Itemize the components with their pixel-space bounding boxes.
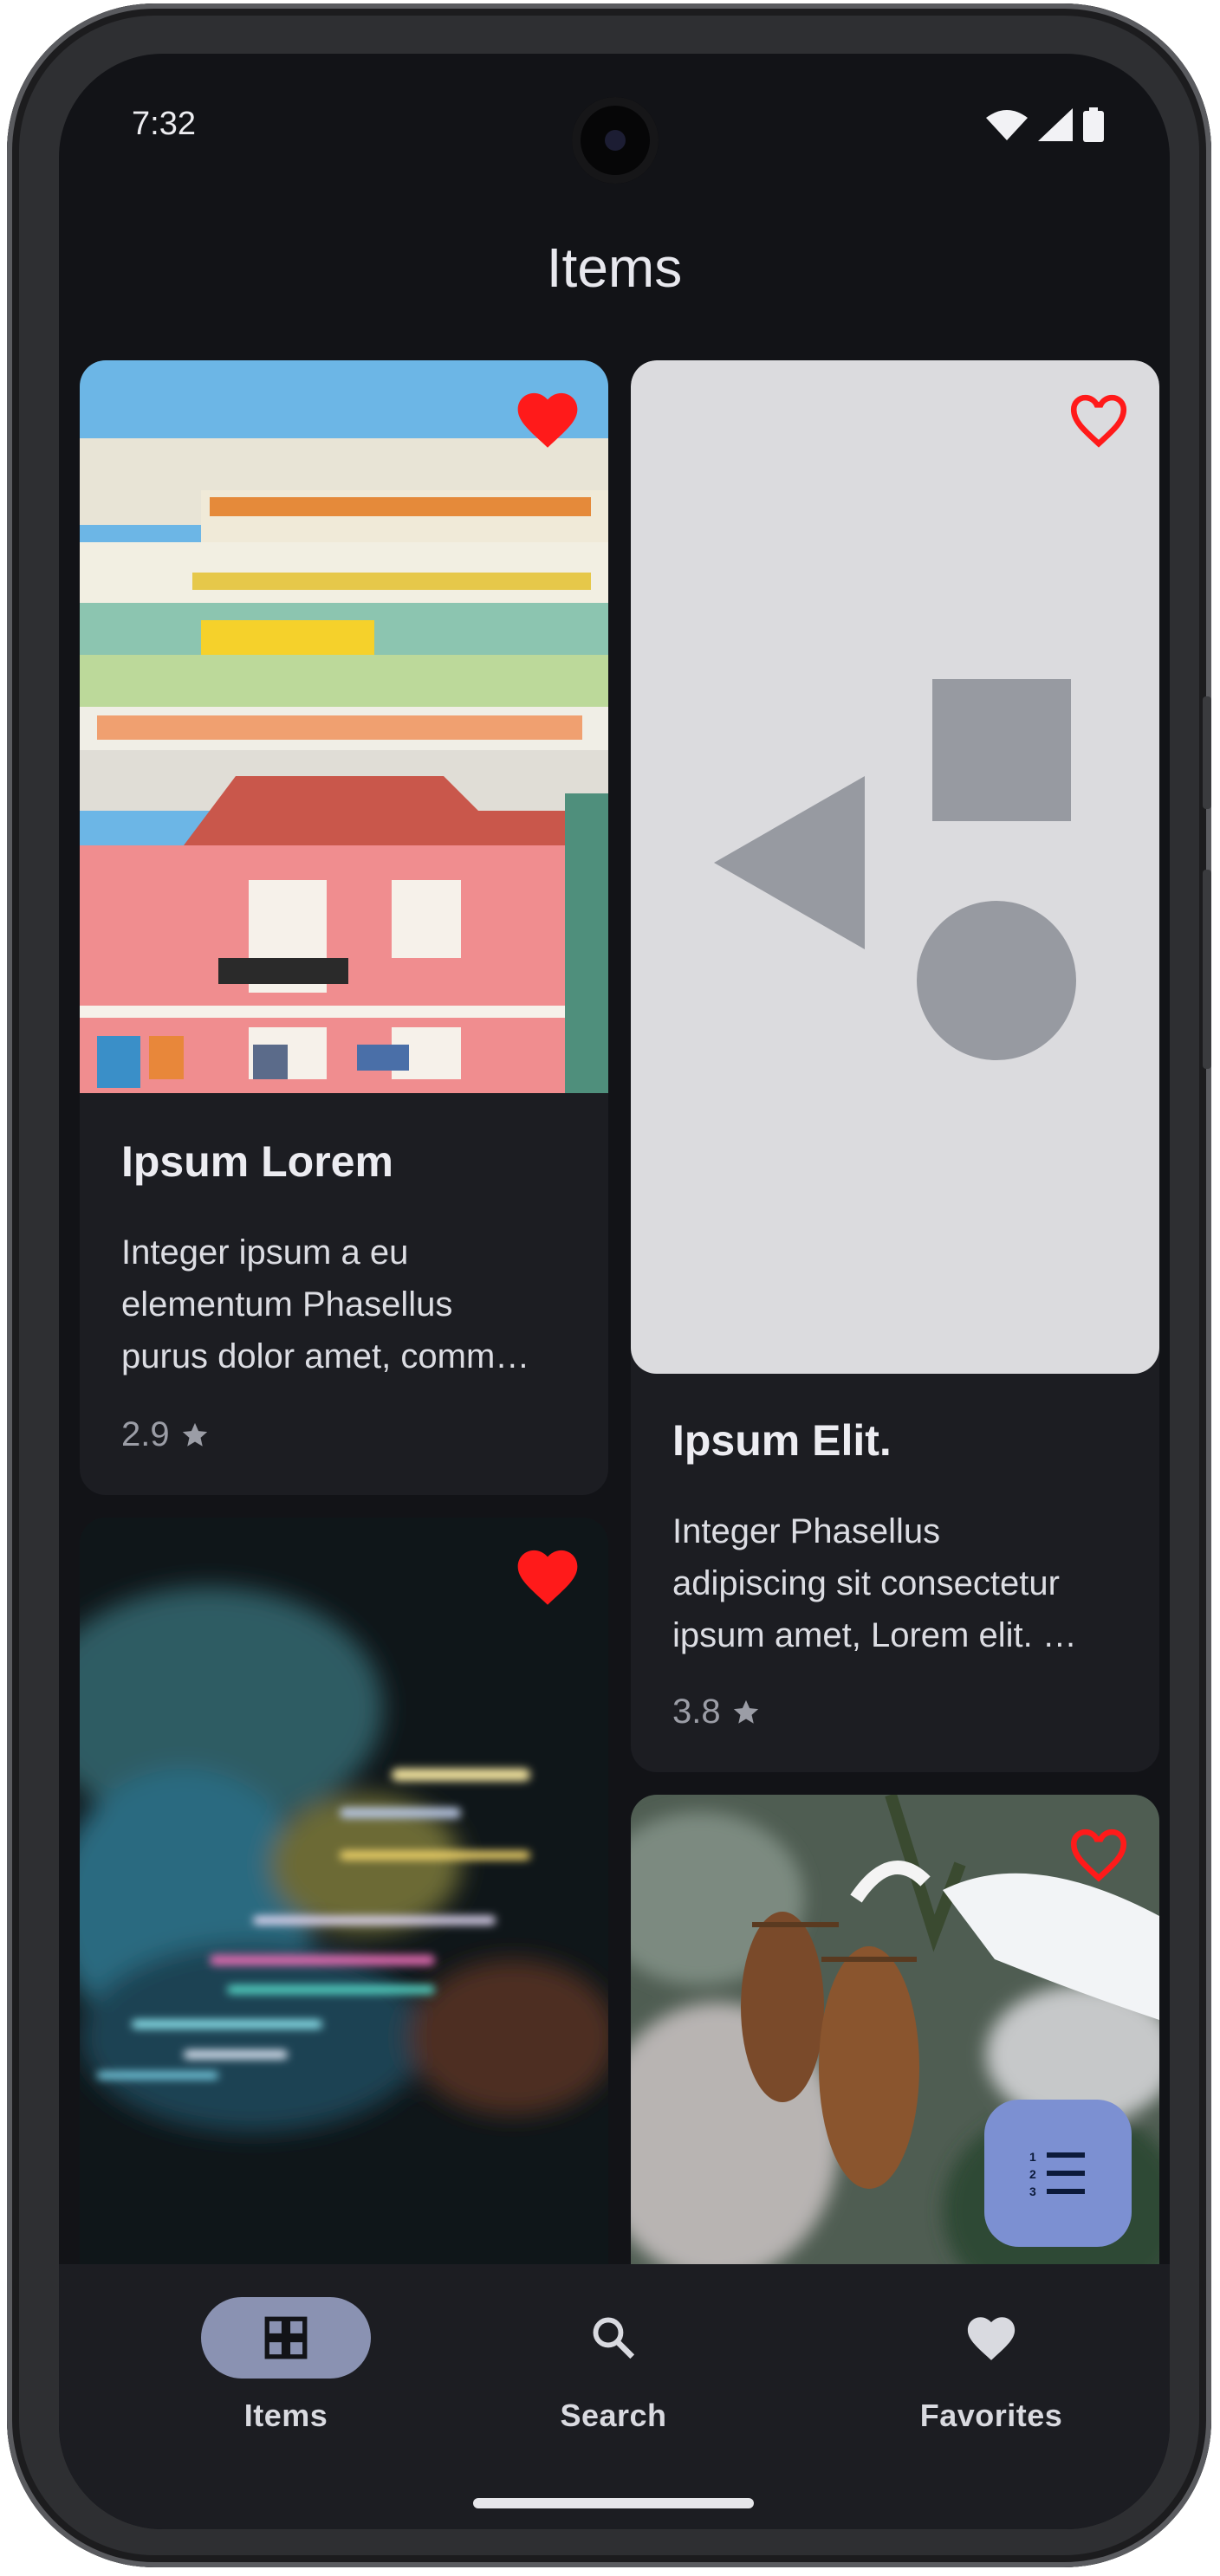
svg-text:2: 2 bbox=[1029, 2167, 1036, 2181]
camera-cutout bbox=[572, 97, 659, 184]
star-icon bbox=[182, 1422, 207, 1447]
status-icons bbox=[986, 107, 1104, 142]
nav-item-search[interactable]: Search bbox=[483, 2297, 743, 2434]
favorite-heart-outline-icon[interactable] bbox=[1064, 388, 1133, 450]
nav-indicator bbox=[201, 2297, 371, 2379]
card-description: Integer ipsum a eu elementum Phasellus p… bbox=[121, 1233, 530, 1375]
heart-icon bbox=[967, 2317, 1016, 2360]
favorite-heart-outline-icon[interactable] bbox=[1064, 1822, 1133, 1885]
nav-indicator bbox=[529, 2297, 698, 2379]
card-title: Ipsum Elit. bbox=[672, 1416, 892, 1465]
favorite-heart-icon[interactable] bbox=[513, 388, 582, 450]
sort-fab-button[interactable]: 1 2 3 bbox=[984, 2100, 1132, 2247]
screen: 7:32 Items Ipsum Lorem Integer ipsum a e… bbox=[59, 54, 1170, 2529]
item-card[interactable]: Ipsum Lorem Integer ipsum a eu elementum… bbox=[80, 360, 608, 1495]
item-card[interactable]: Ipsum Elit. Integer Phasellus adipiscing… bbox=[631, 360, 1159, 1772]
svg-text:1: 1 bbox=[1029, 2150, 1036, 2164]
grid-icon bbox=[264, 2316, 308, 2359]
colorful-building-photo bbox=[80, 360, 608, 1093]
rating-value: 3.8 bbox=[672, 1693, 721, 1731]
signal-icon bbox=[1038, 108, 1073, 141]
bottom-navigation: Items Search Favorites bbox=[59, 2264, 1170, 2529]
sort-list-icon: 1 2 3 bbox=[1029, 2150, 1085, 2197]
star-icon bbox=[733, 1699, 758, 1724]
nav-label: Search bbox=[560, 2398, 667, 2433]
item-card[interactable] bbox=[80, 1518, 608, 2297]
search-icon bbox=[593, 2317, 635, 2359]
card-title: Ipsum Lorem bbox=[121, 1137, 393, 1186]
placeholder-shapes bbox=[631, 360, 1159, 1374]
card-rating: 3.8 bbox=[672, 1693, 761, 1731]
card-description: Integer Phasellus adipiscing sit consect… bbox=[672, 1512, 1077, 1654]
wifi-icon bbox=[986, 110, 1028, 140]
page-title: Items bbox=[546, 236, 683, 299]
card-rating: 2.9 bbox=[121, 1415, 210, 1454]
nav-indicator bbox=[906, 2297, 1076, 2379]
favorite-heart-icon[interactable] bbox=[513, 1545, 582, 1608]
phone-frame: 7:32 Items Ipsum Lorem Integer ipsum a e… bbox=[7, 3, 1211, 2567]
home-indicator[interactable] bbox=[473, 2498, 754, 2508]
nav-label: Favorites bbox=[919, 2398, 1063, 2433]
status-time: 7:32 bbox=[132, 106, 196, 142]
nav-label: Items bbox=[243, 2398, 328, 2433]
power-button bbox=[1203, 870, 1211, 1069]
nav-item-favorites[interactable]: Favorites bbox=[861, 2297, 1121, 2434]
blurred-lights-photo bbox=[80, 1518, 608, 2297]
battery-icon bbox=[1083, 107, 1104, 142]
status-bar: 7:32 bbox=[59, 54, 1170, 184]
volume-button bbox=[1203, 696, 1211, 809]
rating-value: 2.9 bbox=[121, 1415, 170, 1453]
svg-text:3: 3 bbox=[1029, 2184, 1036, 2197]
nav-item-items[interactable]: Items bbox=[156, 2297, 416, 2434]
